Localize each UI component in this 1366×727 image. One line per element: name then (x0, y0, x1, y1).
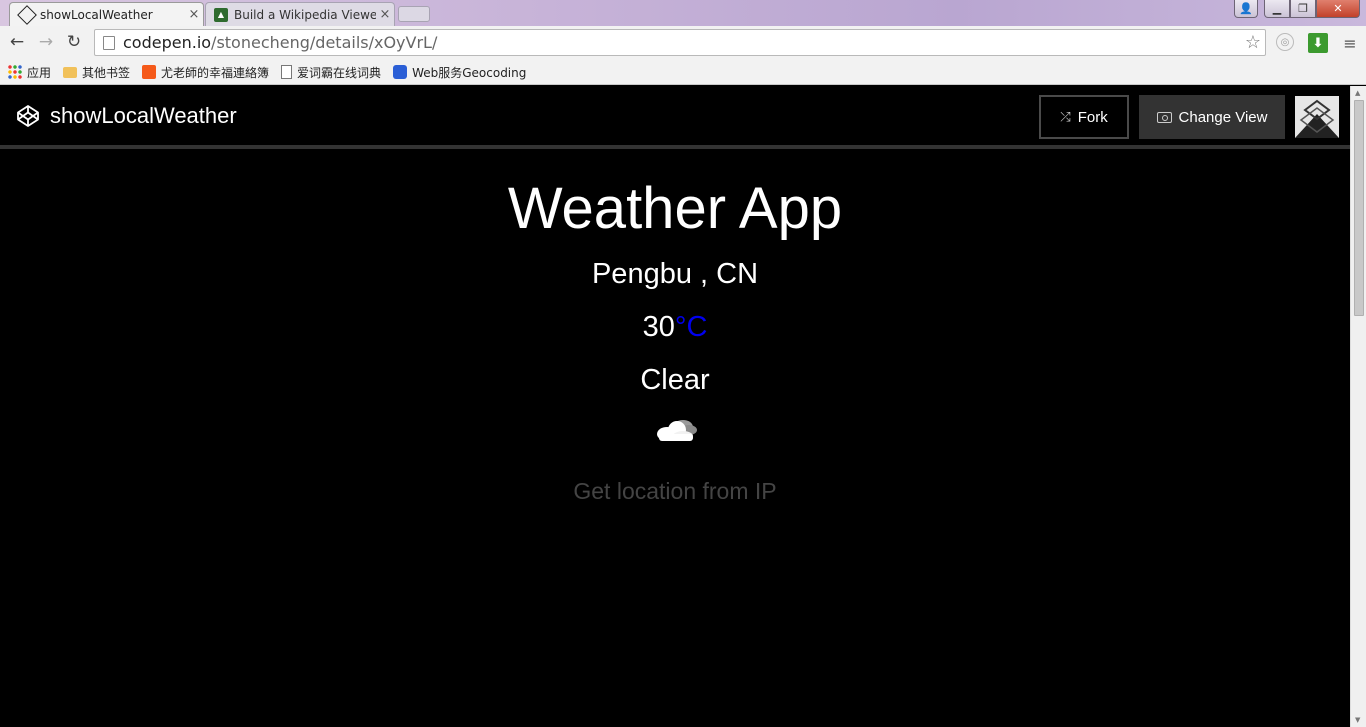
back-button[interactable]: ← (6, 31, 28, 53)
user-icon[interactable]: 👤 (1234, 0, 1258, 18)
tab-title: showLocalWeather (40, 7, 153, 22)
download-icon[interactable]: ⬇ (1308, 33, 1328, 53)
tab-title: Build a Wikipedia Viewe (234, 7, 376, 22)
weather-location: Pengbu , CN (591, 258, 759, 290)
soundcloud-icon (142, 65, 157, 79)
paw-icon (393, 65, 408, 79)
codepen-header: showLocalWeather ⤮ Fork Change View (0, 86, 1350, 149)
maximize-button[interactable]: ❐ (1290, 0, 1316, 18)
bookmark-other[interactable]: 其他书签 (63, 64, 130, 81)
bookmark-label: 尤老師的幸福連絡簿 (161, 65, 270, 80)
weather-condition: Clear (640, 364, 710, 396)
scroll-up-icon[interactable]: ▲ (1355, 89, 1360, 97)
page-icon (103, 35, 115, 50)
forward-button[interactable]: → (35, 31, 57, 53)
close-window-button[interactable]: ✕ (1316, 0, 1360, 18)
extension-icon[interactable]: ◎ (1276, 33, 1294, 51)
bookmark-apps[interactable]: 应用 (8, 64, 51, 81)
bookmark-star-icon[interactable]: ☆ (1245, 32, 1261, 53)
url-path: /stonecheng/details/xOyVrL/ (211, 33, 438, 52)
bookmark-label: Web服务Geocoding (412, 65, 527, 80)
tab-showlocalweather[interactable]: showLocalWeather × (9, 2, 204, 26)
page-icon (281, 65, 293, 79)
vertical-scrollbar[interactable]: ▲ ▼ (1350, 86, 1366, 727)
minimize-button[interactable]: ▁ (1264, 0, 1290, 18)
fork-label: Fork (1077, 108, 1108, 126)
apps-icon (8, 65, 22, 79)
new-tab-button[interactable] (398, 6, 430, 22)
menu-icon[interactable]: ≡ (1340, 33, 1360, 53)
bookmark-youlaoshi[interactable]: 尤老師的幸福連絡簿 (142, 64, 269, 81)
bookmark-geocoding[interactable]: Web服务Geocoding (393, 64, 526, 81)
fork-icon: ⤮ (1060, 109, 1071, 124)
window-controls: 👤 ▁ ❐ ✕ (1234, 0, 1360, 18)
url-host: codepen.io (123, 33, 212, 52)
scrollbar-thumb[interactable] (1354, 100, 1364, 316)
get-location-button[interactable]: Get location from IP (0, 478, 1350, 505)
cloud-icon (657, 420, 697, 441)
fork-button[interactable]: ⤮ Fork (1039, 95, 1129, 139)
codepen-favicon-icon (17, 4, 37, 25)
change-view-button[interactable]: Change View (1139, 95, 1285, 139)
tab-wikipedia-viewer[interactable]: ▲ Build a Wikipedia Viewe × (205, 2, 395, 26)
bookmark-label: 应用 (27, 65, 52, 80)
page-viewport: showLocalWeather ⤮ Fork Change View Weat… (0, 86, 1350, 727)
address-bar[interactable]: codepen.io/stonecheng/details/xOyVrL/ ☆ (94, 29, 1266, 56)
folder-icon (63, 66, 78, 78)
tab-close-icon[interactable]: × (185, 7, 203, 22)
weather-heading: Weather App (507, 176, 843, 241)
bookmarks-bar: 应用 其他书签 尤老師的幸福連絡簿 爱词霸在线词典 Web服务Geocoding (0, 60, 1366, 85)
temperature-unit-toggle[interactable]: °C (675, 311, 708, 343)
pen-title: showLocalWeather (50, 103, 237, 128)
codepen-logo-icon[interactable] (16, 104, 40, 128)
wiki-favicon-icon: ▲ (214, 7, 228, 22)
bookmark-label: 爱词霸在线词典 (297, 65, 382, 80)
bookmark-iciba[interactable]: 爱词霸在线词典 (281, 64, 381, 81)
scroll-down-icon[interactable]: ▼ (1355, 716, 1360, 724)
bookmark-label: 其他书签 (82, 65, 131, 80)
weather-temperature: 30°C (0, 311, 1350, 344)
browser-toolbar: ← → ↻ codepen.io/stonecheng/details/xOyV… (0, 26, 1366, 60)
avatar[interactable] (1295, 96, 1339, 138)
browser-titlebar: showLocalWeather × ▲ Build a Wikipedia V… (0, 0, 1366, 26)
temperature-value: 30 (642, 311, 675, 343)
view-icon (1156, 111, 1172, 123)
reload-button[interactable]: ↻ (63, 31, 85, 53)
change-view-label: Change View (1178, 108, 1268, 126)
tab-close-icon[interactable]: × (376, 7, 394, 22)
